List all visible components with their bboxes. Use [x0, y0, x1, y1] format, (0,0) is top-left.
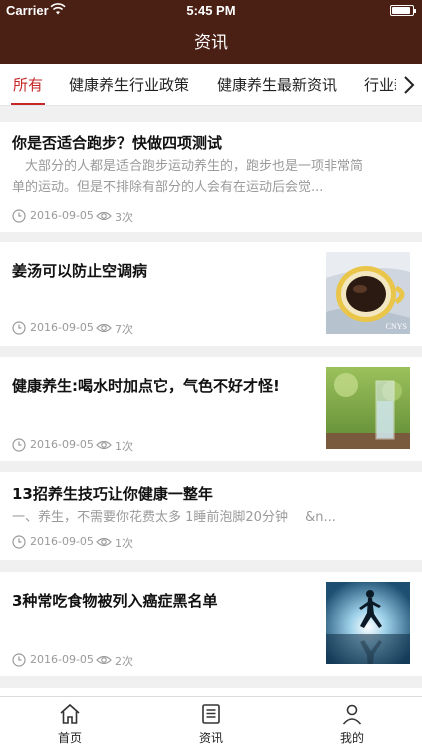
- article-date: 2016-09-05: [30, 209, 94, 222]
- clock-icon: [12, 209, 26, 223]
- article-card[interactable]: 3种常吃食物被列入癌症黑名单 2016-09-05 2次: [0, 572, 422, 676]
- ginger-tea-thumbnail: CNYS: [326, 252, 410, 334]
- bottom-tab-bar: 首页 资讯 我的: [0, 696, 422, 750]
- view-count: 7次: [115, 323, 133, 336]
- article-card[interactable]: 你是否适合跑步？快做四项测试 大部分的人都是适合跑步运动养生的，跑步也是一项非常…: [0, 122, 422, 232]
- page-title: 资讯: [194, 33, 228, 53]
- article-card[interactable]: 姜汤可以防止空调病 2016-09-05 7次 CNYS: [0, 242, 422, 346]
- news-icon: [202, 704, 220, 724]
- article-date: 2016-09-05: [30, 438, 94, 451]
- article-card[interactable]: 健康养生:喝水时加点它，气色不好才怪! 2016-09-05 1次: [0, 357, 422, 461]
- eye-icon: [96, 211, 112, 221]
- category-tabs: 所有 健康养生行业政策 健康养生最新资讯 行业新: [0, 64, 422, 106]
- clock-icon: [12, 535, 26, 549]
- battery-icon: [390, 5, 416, 16]
- status-bar: Carrier 5:45 PM: [0, 0, 422, 22]
- tabbar-profile[interactable]: 我的: [282, 697, 422, 750]
- article-title: 姜汤可以防止空调病: [12, 262, 148, 280]
- clock-icon: [12, 653, 26, 667]
- water-glass-thumbnail: [326, 367, 410, 449]
- view-count: 3次: [115, 211, 133, 224]
- runner-silhouette-thumbnail: [326, 582, 410, 664]
- article-title: 13招养生技巧让你健康一整年: [12, 485, 213, 503]
- clock-icon: [12, 321, 26, 335]
- tab-industry-policy[interactable]: 健康养生行业政策: [69, 64, 189, 105]
- article-date: 2016-09-05: [30, 535, 94, 548]
- tab-latest-news[interactable]: 健康养生最新资讯: [217, 64, 337, 105]
- article-title: 健康养生:喝水时加点它，气色不好才怪!: [12, 377, 280, 395]
- article-summary-line: 单的运动。但是不排除有部分的人会有在运动后会觉...: [12, 180, 324, 195]
- user-icon: [342, 704, 362, 725]
- thumbnail-watermark: CNYS: [385, 322, 407, 331]
- article-feed: 你是否适合跑步？快做四项测试 大部分的人都是适合跑步运动养生的，跑步也是一项非常…: [0, 106, 422, 696]
- article-summary: 一、养生，不需要你花费太多 1睡前泡脚20分钟 &n...: [12, 510, 336, 525]
- article-title: 你是否适合跑步？快做四项测试: [12, 134, 223, 152]
- home-icon: [60, 703, 80, 724]
- article-card[interactable]: [0, 688, 422, 696]
- tabbar-label: 首页: [57, 731, 82, 745]
- clock-icon: [12, 438, 26, 452]
- chevron-right-icon[interactable]: [396, 64, 422, 105]
- view-count: 1次: [115, 537, 133, 550]
- article-date: 2016-09-05: [30, 653, 94, 666]
- article-date: 2016-09-05: [30, 321, 94, 334]
- eye-icon: [96, 537, 112, 547]
- article-card[interactable]: 13招养生技巧让你健康一整年 一、养生，不需要你花费太多 1睡前泡脚20分钟 &…: [0, 472, 422, 560]
- eye-icon: [96, 655, 112, 665]
- navigation-bar: 资讯: [0, 22, 422, 64]
- tabbar-news[interactable]: 资讯: [141, 697, 281, 750]
- tab-all[interactable]: 所有: [10, 64, 46, 105]
- article-summary-line: 大部分的人都是适合跑步运动养生的，跑步也是一项非常简: [12, 159, 364, 174]
- tabbar-label: 资讯: [198, 731, 223, 745]
- tabbar-home[interactable]: 首页: [0, 697, 140, 750]
- view-count: 1次: [115, 440, 133, 453]
- eye-icon: [96, 323, 112, 333]
- view-count: 2次: [115, 655, 133, 668]
- clock: 5:45 PM: [186, 3, 236, 18]
- tabbar-label: 我的: [339, 731, 364, 745]
- eye-icon: [96, 440, 112, 450]
- article-title: 3种常吃食物被列入癌症黑名单: [12, 592, 218, 610]
